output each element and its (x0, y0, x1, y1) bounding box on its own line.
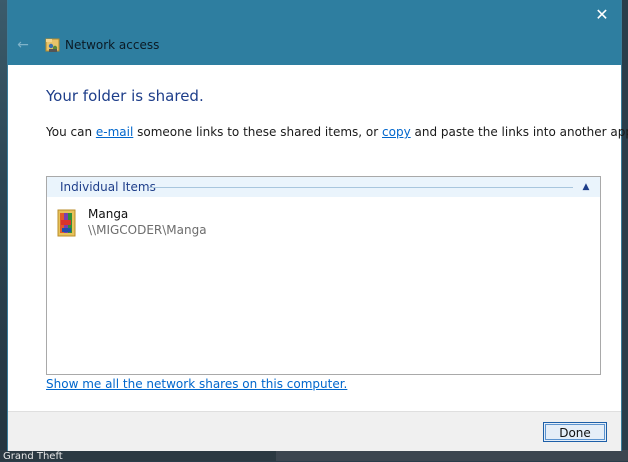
desc-prefix: You can (46, 125, 96, 139)
page-title: Your folder is shared. (46, 87, 204, 105)
desc-middle: someone links to these shared items, or (133, 125, 383, 139)
close-icon: ✕ (595, 5, 609, 24)
close-button[interactable]: ✕ (591, 4, 613, 26)
copy-link[interactable]: copy (382, 125, 411, 139)
item-path: \\MIGCODER\Manga (88, 223, 207, 237)
list-item[interactable]: Manga \\MIGCODER\Manga (53, 205, 353, 241)
window-title: Network access (65, 38, 160, 52)
share-description: You can e-mail someone links to these sh… (46, 124, 628, 140)
title-bar: ✕ ← Network access (8, 0, 621, 65)
group-divider (149, 187, 573, 188)
back-arrow-icon: ← (17, 37, 29, 53)
group-header-individual-items[interactable]: Individual Items ▲ (47, 177, 600, 197)
network-access-dialog: ✕ ← Network access Your folder is shared… (8, 0, 628, 451)
taskbar: Grand Theft (0, 450, 628, 462)
shared-items-list: Individual Items ▲ Manga \\MIGCODER\Mang… (46, 176, 601, 375)
network-share-icon (45, 38, 60, 52)
done-button[interactable]: Done (543, 422, 607, 442)
taskbar-area (276, 450, 628, 461)
email-link[interactable]: e-mail (96, 125, 133, 139)
item-name: Manga (88, 207, 129, 221)
group-label: Individual Items (60, 180, 156, 194)
desc-suffix: and paste the links into another app. (410, 125, 628, 139)
folder-icon (57, 209, 76, 237)
desktop-background (0, 0, 8, 461)
back-button[interactable]: ← (14, 36, 32, 54)
chevron-up-icon[interactable]: ▲ (580, 180, 592, 194)
dialog-footer: Done (8, 411, 621, 451)
show-network-shares-link[interactable]: Show me all the network shares on this c… (46, 376, 347, 392)
